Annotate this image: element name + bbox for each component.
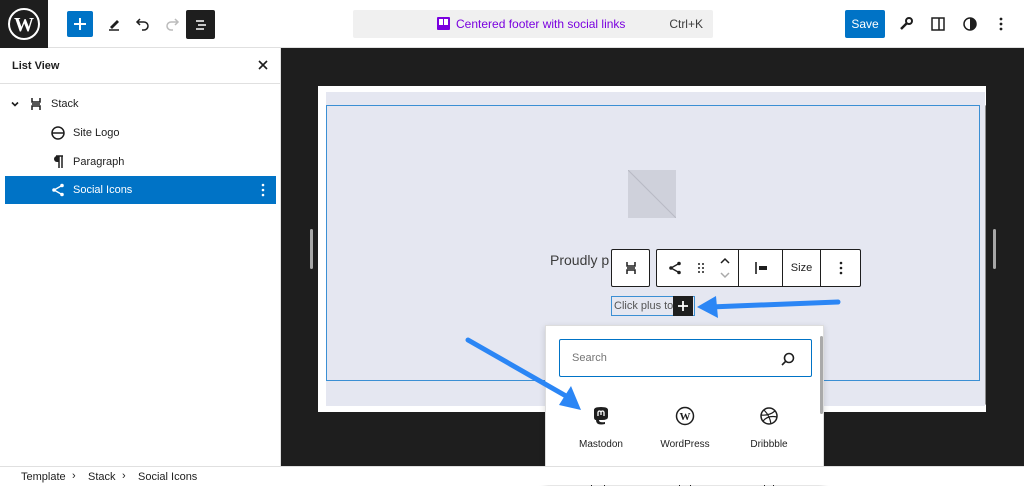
chevron-right-icon: ›	[122, 470, 126, 482]
arrow-to-plus-icon	[697, 296, 841, 318]
chevron-right-icon: ›	[72, 470, 76, 482]
breadcrumb: Template › Stack › Social Icons	[0, 466, 1024, 485]
arrow-to-mastodon-icon	[465, 337, 581, 410]
breadcrumb-item-social-icons: Social Icons	[138, 471, 198, 483]
annotation-arrows	[465, 296, 841, 410]
breadcrumb-item-template[interactable]: Template	[21, 471, 66, 483]
breadcrumb-item-stack[interactable]: Stack	[88, 471, 116, 483]
